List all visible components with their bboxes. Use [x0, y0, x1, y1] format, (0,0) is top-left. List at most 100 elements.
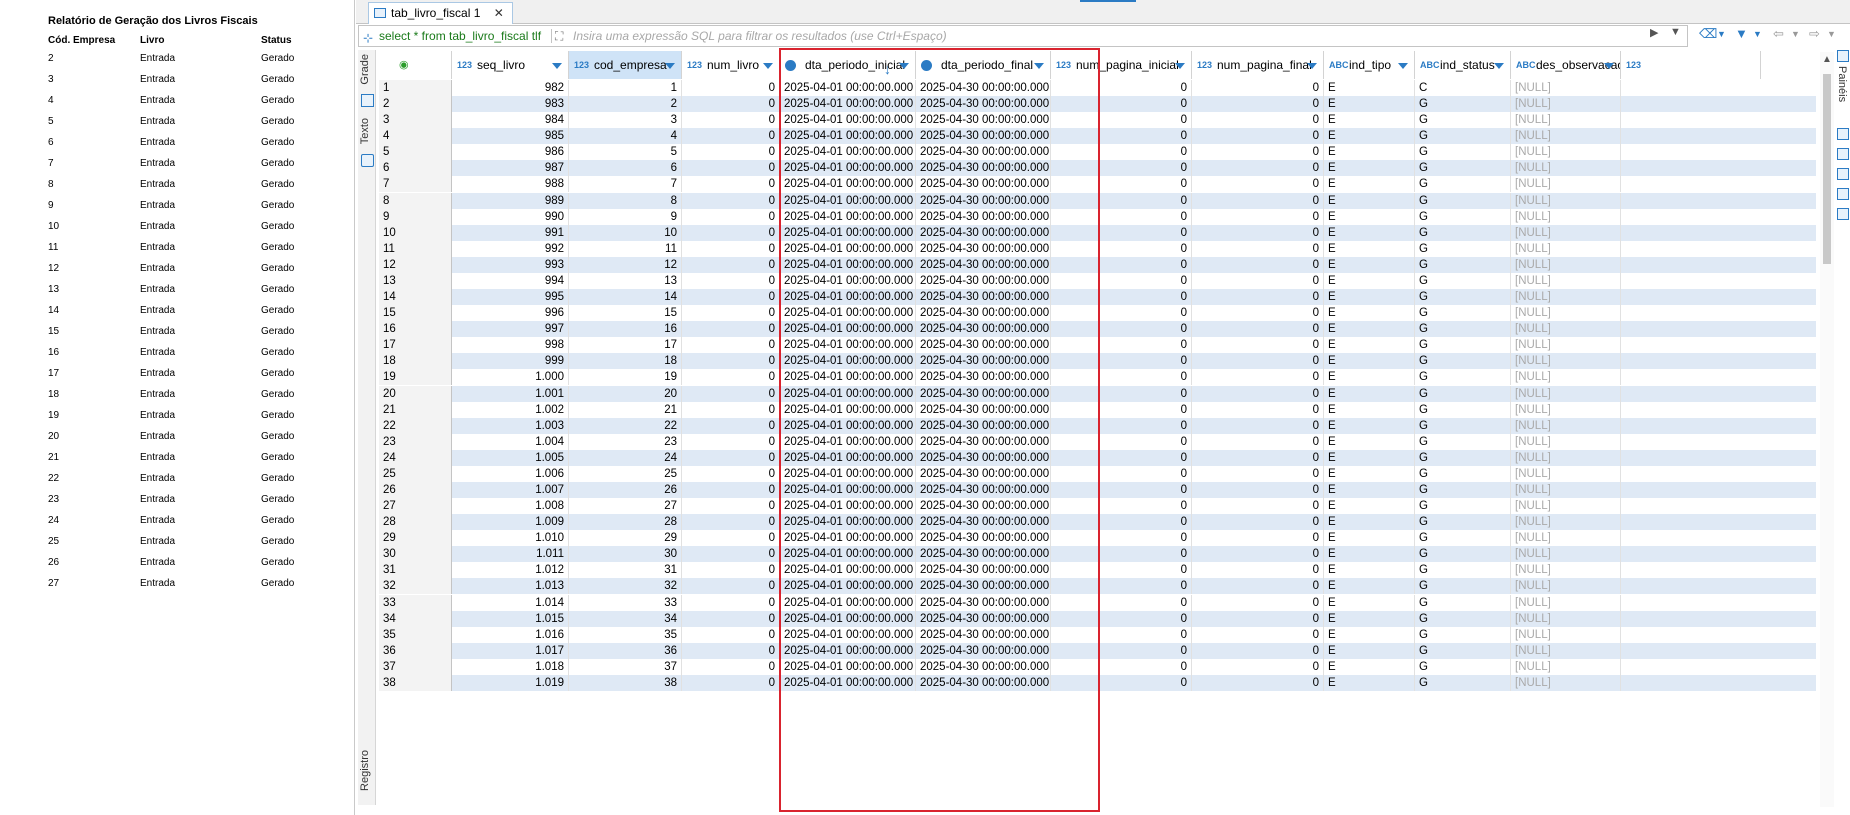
cell-ind-tipo[interactable]: E	[1324, 321, 1415, 338]
cell-ind-tipo[interactable]: E	[1324, 449, 1415, 466]
table-row[interactable]: 36 1.017 36 0 2025-04-01 00:00:00.000 2025-04…	[379, 642, 1816, 659]
sql-filter-icon[interactable]: ⊹	[363, 28, 373, 48]
row-index-header[interactable]: ◉	[379, 51, 452, 79]
cell-num-livro[interactable]: 0	[682, 256, 780, 273]
cell-cod-empresa[interactable]: 16	[569, 321, 682, 338]
cell-ind-status[interactable]: G	[1415, 610, 1511, 627]
run-filter-icon[interactable]: ▶	[1650, 26, 1658, 39]
cell-cod-empresa[interactable]: 17	[569, 337, 682, 354]
cell-ind-status[interactable]: G	[1415, 674, 1511, 691]
cell-ind-status[interactable]: G	[1415, 594, 1511, 611]
cell-dta-periodo-final[interactable]: 2025-04-30 00:00:00.000	[916, 160, 1051, 177]
table-row[interactable]: 25 1.006 25 0 2025-04-01 00:00:00.000 2025-04…	[379, 465, 1816, 482]
cell-des-observacao[interactable]: [NULL]	[1511, 626, 1621, 643]
cell-num-pagina-inicial[interactable]: 0	[1051, 546, 1192, 563]
row-number[interactable]: 18	[379, 353, 452, 370]
table-row[interactable]: 24 1.005 24 0 2025-04-01 00:00:00.000 2025-04…	[379, 449, 1816, 466]
cell-ind-status[interactable]: G	[1415, 546, 1511, 563]
cell-dta-periodo-final[interactable]: 2025-04-30 00:00:00.000	[916, 240, 1051, 257]
cell-ind-status[interactable]: G	[1415, 256, 1511, 273]
cell-num-livro[interactable]: 0	[682, 112, 780, 129]
cell-cod-empresa[interactable]: 36	[569, 642, 682, 659]
cell-num-pagina-final[interactable]: 0	[1192, 578, 1324, 595]
cell-num-pagina-inicial[interactable]: 0	[1051, 401, 1192, 418]
cell-seq-livro[interactable]: 984	[452, 112, 569, 129]
cell-num-pagina-inicial[interactable]: 0	[1051, 128, 1192, 145]
cell-dta-periodo-final[interactable]: 2025-04-30 00:00:00.000	[916, 305, 1051, 322]
cell-num-pagina-final[interactable]: 0	[1192, 385, 1324, 402]
row-number[interactable]: 3	[379, 112, 452, 129]
table-row[interactable]: 32 1.013 32 0 2025-04-01 00:00:00.000 2025-04…	[379, 578, 1816, 595]
cell-num-livro[interactable]: 0	[682, 514, 780, 531]
cell-dta-periodo-inicial[interactable]: 2025-04-01 00:00:00.000	[780, 128, 916, 145]
filter-dropdown-icon[interactable]: ▼	[1753, 29, 1762, 39]
cell-seq-livro[interactable]: 1.015	[452, 610, 569, 627]
cell-des-observacao[interactable]: [NULL]	[1511, 176, 1621, 193]
cell-des-observacao[interactable]: [NULL]	[1511, 208, 1621, 225]
column-header-num-pagina-inicial[interactable]: 123 num_pagina_inicial	[1051, 51, 1192, 79]
cell-ind-status[interactable]: G	[1415, 401, 1511, 418]
cell-des-observacao[interactable]: [NULL]	[1511, 642, 1621, 659]
row-number[interactable]: 30	[379, 546, 452, 563]
cell-dta-periodo-final[interactable]: 2025-04-30 00:00:00.000	[916, 433, 1051, 450]
cell-num-pagina-inicial[interactable]: 0	[1051, 96, 1192, 113]
cell-cod-empresa[interactable]: 25	[569, 465, 682, 482]
chevron-down-icon[interactable]: ▼	[1717, 29, 1726, 39]
cell-num-livro[interactable]: 0	[682, 337, 780, 354]
grid-icon[interactable]	[361, 94, 374, 107]
cell-ind-status[interactable]: G	[1415, 642, 1511, 659]
cell-num-livro[interactable]: 0	[682, 626, 780, 643]
cell-num-pagina-inicial[interactable]: 0	[1051, 385, 1192, 402]
table-row[interactable]: 10 991 10 0 2025-04-01 00:00:00.000 2025-04-3…	[379, 224, 1816, 241]
cell-seq-livro[interactable]: 1.013	[452, 578, 569, 595]
table-row[interactable]: 19 1.000 19 0 2025-04-01 00:00:00.000 2025-04…	[379, 369, 1816, 386]
cell-dta-periodo-inicial[interactable]: 2025-04-01 00:00:00.000	[780, 353, 916, 370]
table-row[interactable]: 9 990 9 0 2025-04-01 00:00:00.000 2025-04-30 …	[379, 208, 1816, 225]
cell-num-pagina-inicial[interactable]: 0	[1051, 674, 1192, 691]
cell-num-livro[interactable]: 0	[682, 401, 780, 418]
cell-seq-livro[interactable]: 982	[452, 80, 569, 96]
cell-num-pagina-inicial[interactable]: 0	[1051, 353, 1192, 370]
table-row[interactable]: 38 1.019 38 0 2025-04-01 00:00:00.000 2025-04…	[379, 674, 1816, 691]
cell-cod-empresa[interactable]: 19	[569, 369, 682, 386]
cell-seq-livro[interactable]: 1.009	[452, 514, 569, 531]
cell-dta-periodo-inicial[interactable]: 2025-04-01 00:00:00.000	[780, 256, 916, 273]
cell-ind-status[interactable]: G	[1415, 224, 1511, 241]
column-header-seq-livro[interactable]: 123 seq_livro	[452, 51, 569, 79]
cell-dta-periodo-final[interactable]: 2025-04-30 00:00:00.000	[916, 658, 1051, 675]
cell-dta-periodo-final[interactable]: 2025-04-30 00:00:00.000	[916, 289, 1051, 306]
row-number[interactable]: 31	[379, 562, 452, 579]
cell-ind-status[interactable]: G	[1415, 514, 1511, 531]
table-row[interactable]: 35 1.016 35 0 2025-04-01 00:00:00.000 2025-04…	[379, 626, 1816, 643]
cell-des-observacao[interactable]: [NULL]	[1511, 465, 1621, 482]
filter-bar[interactable]: ⊹ select * from tab_livro_fiscal tlf ⛶ I…	[358, 25, 1688, 47]
cell-num-livro[interactable]: 0	[682, 594, 780, 611]
column-filter-dropdown-icon[interactable]	[899, 63, 909, 69]
cell-dta-periodo-final[interactable]: 2025-04-30 00:00:00.000	[916, 449, 1051, 466]
cell-dta-periodo-final[interactable]: 2025-04-30 00:00:00.000	[916, 417, 1051, 434]
cell-dta-periodo-inicial[interactable]: 2025-04-01 00:00:00.000	[780, 401, 916, 418]
cell-num-pagina-final[interactable]: 0	[1192, 289, 1324, 306]
row-number[interactable]: 36	[379, 642, 452, 659]
row-number[interactable]: 1	[379, 80, 452, 96]
row-number[interactable]: 27	[379, 498, 452, 515]
pane-divider[interactable]	[354, 0, 355, 815]
row-number[interactable]: 9	[379, 208, 452, 225]
cell-cod-empresa[interactable]: 37	[569, 658, 682, 675]
cell-num-livro[interactable]: 0	[682, 498, 780, 515]
cell-num-pagina-inicial[interactable]: 0	[1051, 305, 1192, 322]
close-icon[interactable]: ✕	[494, 6, 504, 20]
cell-ind-status[interactable]: G	[1415, 144, 1511, 161]
cell-ind-tipo[interactable]: E	[1324, 530, 1415, 547]
cell-dta-periodo-final[interactable]: 2025-04-30 00:00:00.000	[916, 482, 1051, 498]
cell-num-pagina-final[interactable]: 0	[1192, 112, 1324, 129]
cell-dta-periodo-inicial[interactable]: 2025-04-01 00:00:00.000	[780, 337, 916, 354]
table-row[interactable]: 2 983 2 0 2025-04-01 00:00:00.000 2025-04-30 …	[379, 96, 1816, 113]
table-row[interactable]: 15 996 15 0 2025-04-01 00:00:00.000 2025-04-3…	[379, 305, 1816, 322]
cell-des-observacao[interactable]: [NULL]	[1511, 256, 1621, 273]
cell-num-pagina-final[interactable]: 0	[1192, 642, 1324, 659]
cell-des-observacao[interactable]: [NULL]	[1511, 337, 1621, 354]
cell-seq-livro[interactable]: 991	[452, 224, 569, 241]
cell-num-pagina-inicial[interactable]: 0	[1051, 626, 1192, 643]
cell-ind-tipo[interactable]: E	[1324, 578, 1415, 595]
